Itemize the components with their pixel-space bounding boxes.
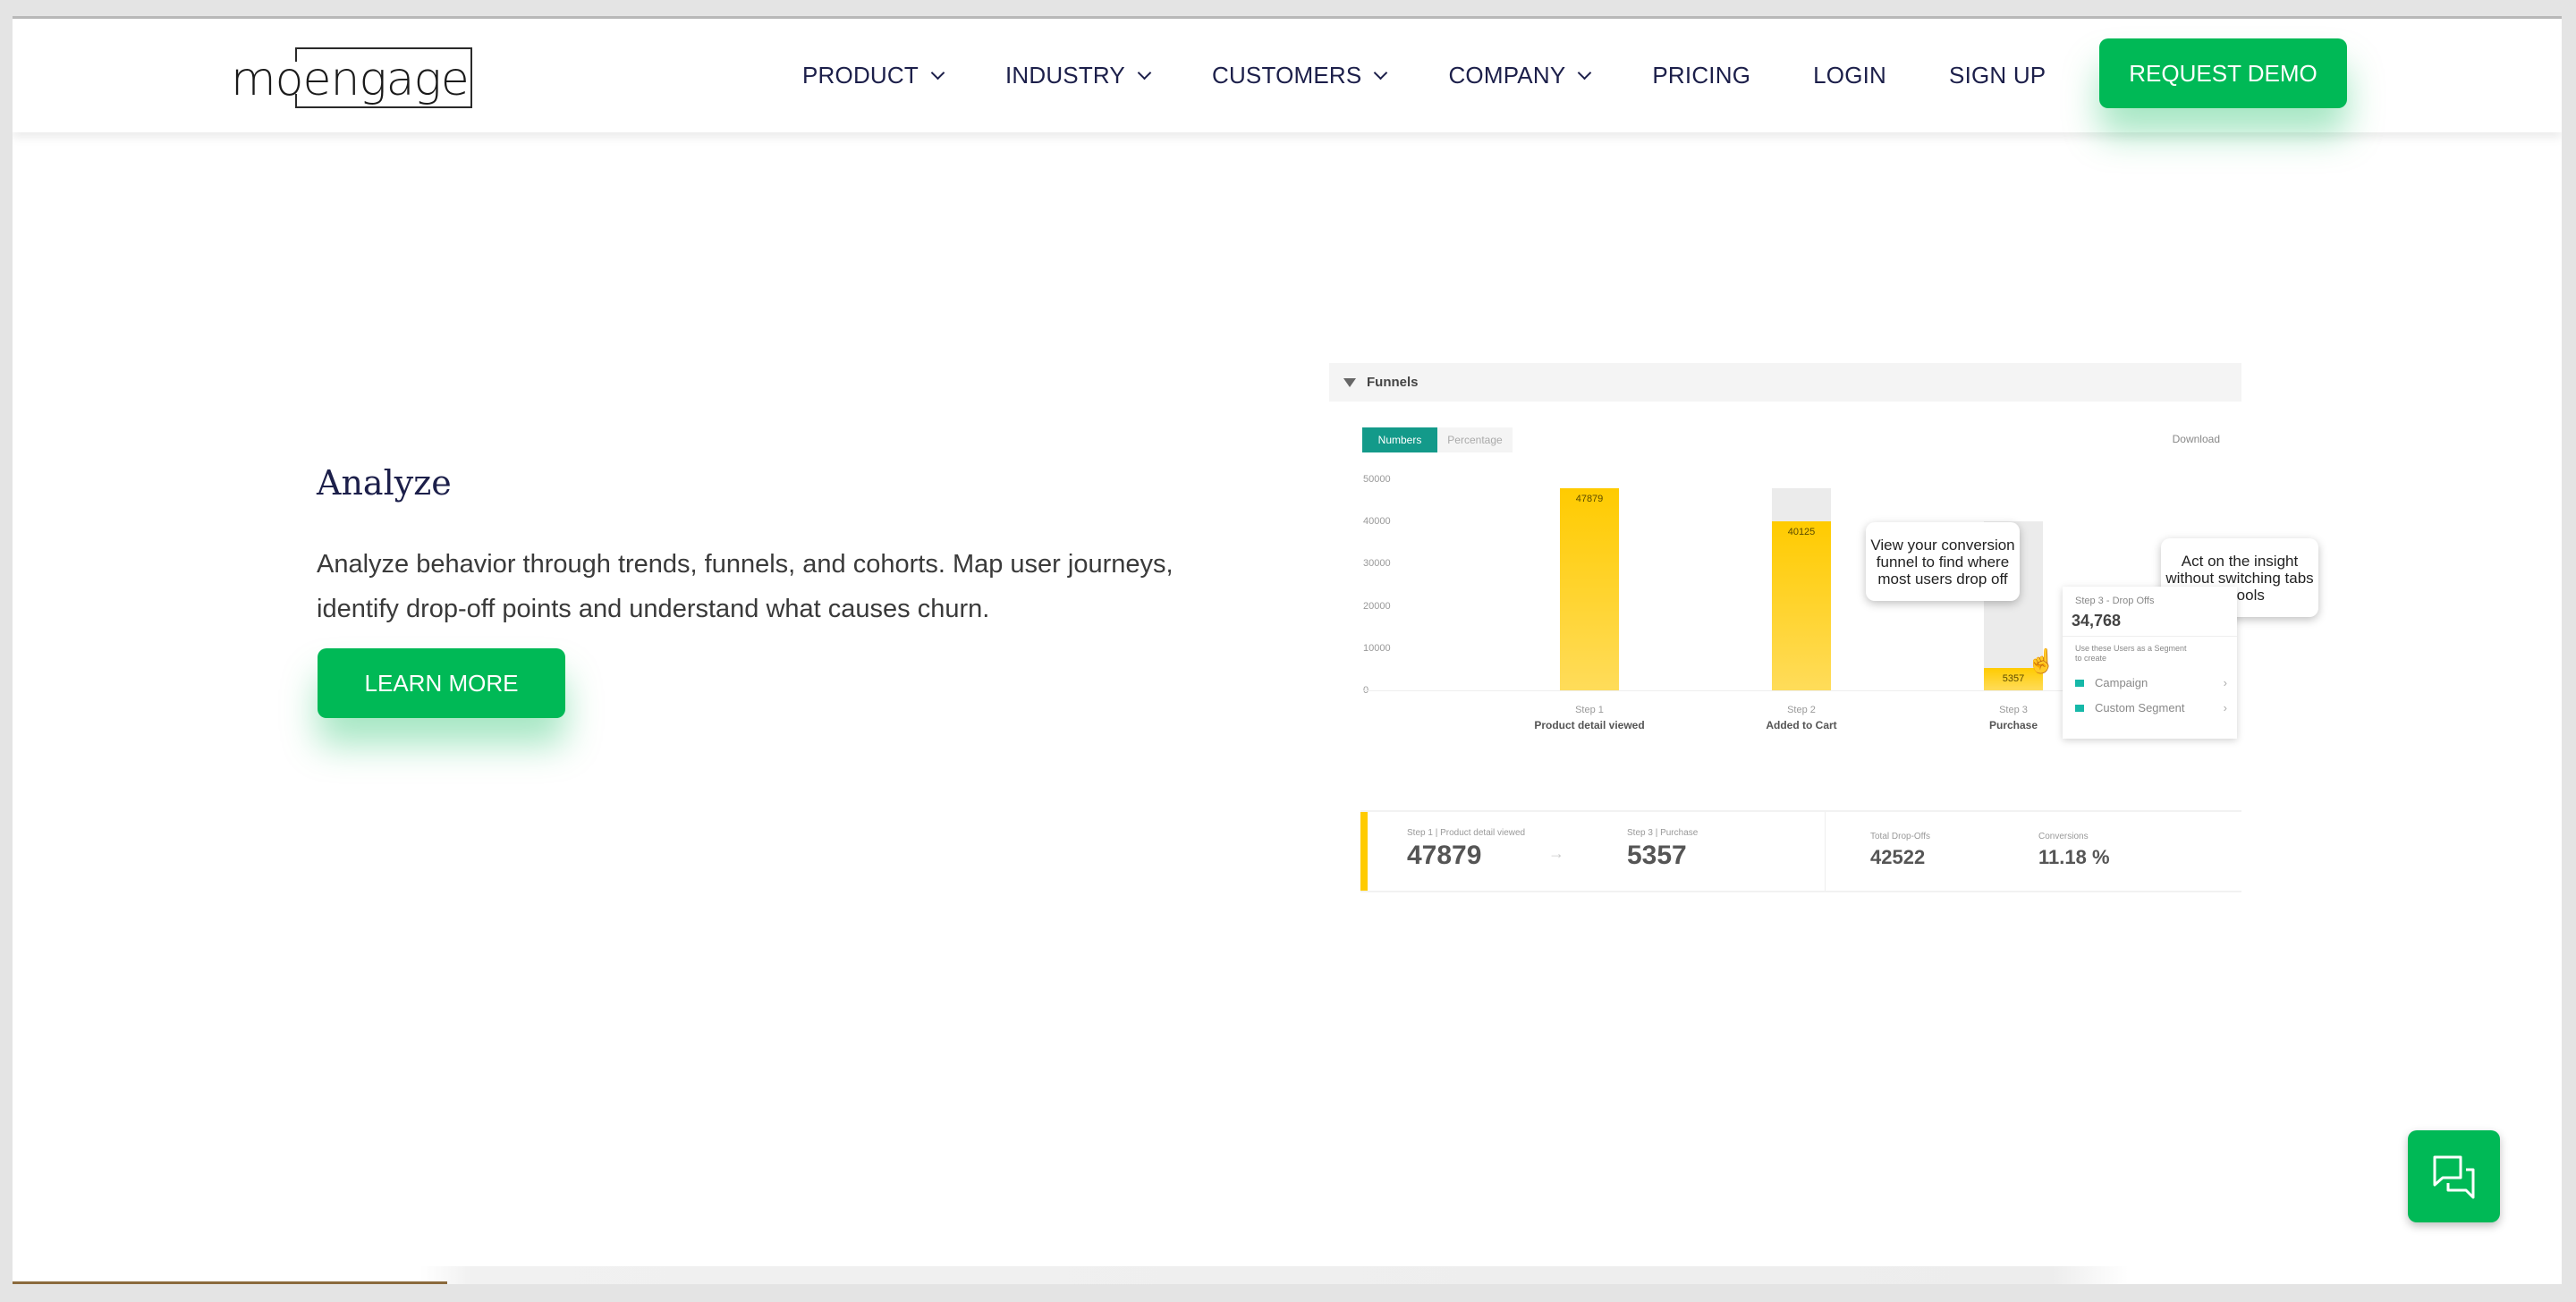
y-tick-label: 20000 bbox=[1363, 600, 1391, 612]
segment-icon bbox=[2075, 704, 2084, 712]
funnel-bar[interactable] bbox=[1772, 520, 1831, 690]
chevron-right-icon: › bbox=[2223, 676, 2227, 689]
funnel-summary: Step 1 | Product detail viewed 47879 → S… bbox=[1360, 810, 2241, 892]
summary-accent bbox=[1360, 812, 1368, 891]
popup-value: 34,768 bbox=[2072, 612, 2122, 630]
chevron-down-icon bbox=[1578, 65, 1592, 80]
summary-from-label: Step 1 | Product detail viewed bbox=[1407, 828, 1526, 838]
nav-customers[interactable]: CUSTOMERS bbox=[1212, 62, 1388, 89]
summary-dropoffs-value: 42522 bbox=[1870, 846, 1926, 868]
arrow-right-icon: → bbox=[1548, 844, 1564, 862]
y-tick-label: 40000 bbox=[1363, 516, 1391, 528]
popup-title: Step 3 - Drop Offs bbox=[2075, 596, 2155, 606]
summary-to-value: 5357 bbox=[1627, 841, 1687, 870]
toggle-percentage[interactable]: Percentage bbox=[1437, 427, 1513, 452]
flag-icon bbox=[2075, 679, 2084, 687]
x-step-label: Step 1 bbox=[1575, 705, 1604, 715]
x-category-label: Product detail viewed bbox=[1534, 719, 1645, 731]
funnel-panel-header: Funnels bbox=[1329, 363, 2241, 402]
hand-cursor-icon: ☝ bbox=[2027, 647, 2056, 674]
popup-option-campaign[interactable]: Campaign › bbox=[2075, 676, 2227, 689]
bar-value-label: 40125 bbox=[1787, 526, 1816, 537]
main-nav: PRODUCT INDUSTRY CUSTOMERS COMPANY PRICI… bbox=[802, 19, 2108, 132]
popup-hint: Use these Users as a Segment to create bbox=[2075, 644, 2187, 663]
chat-button[interactable] bbox=[2408, 1130, 2500, 1222]
nav-company[interactable]: COMPANY bbox=[1448, 62, 1592, 89]
toggle-numbers[interactable]: Numbers bbox=[1362, 427, 1437, 452]
y-tick-label: 30000 bbox=[1363, 558, 1391, 570]
popup-divider bbox=[2063, 636, 2237, 637]
popup-option-custom-segment[interactable]: Custom Segment › bbox=[2075, 701, 2227, 714]
chat-icon bbox=[2433, 1155, 2474, 1198]
bar-value-label: 47879 bbox=[1575, 494, 1604, 504]
bottom-edge bbox=[13, 1281, 447, 1284]
chevron-down-icon bbox=[1374, 65, 1388, 80]
section-description: Analyze behavior through trends, funnels… bbox=[317, 550, 1174, 623]
learn-more-button[interactable]: LEARN MORE bbox=[318, 648, 565, 718]
section-title: Analyze bbox=[317, 463, 452, 503]
browser-page: moengage PRODUCT INDUSTRY CUSTOMERS COMP… bbox=[13, 16, 2562, 1284]
nav-signup[interactable]: SIGN UP bbox=[1949, 62, 2046, 89]
y-tick-label: 50000 bbox=[1363, 474, 1391, 485]
y-tick-label: 10000 bbox=[1363, 642, 1391, 654]
chevron-right-icon: › bbox=[2223, 701, 2227, 714]
funnel-bar[interactable] bbox=[1560, 488, 1619, 690]
funnel-screenshot: Funnels Numbers Percentage Download 5000… bbox=[1329, 363, 2318, 900]
nav-product[interactable]: PRODUCT bbox=[802, 62, 945, 89]
funnel-icon bbox=[1343, 377, 1356, 387]
request-demo-button[interactable]: REQUEST DEMO bbox=[2099, 38, 2347, 108]
logo-box bbox=[295, 47, 472, 108]
summary-conversion-label: Conversions bbox=[2038, 832, 2089, 841]
chevron-down-icon bbox=[930, 65, 945, 80]
x-category-label: Added to Cart bbox=[1766, 719, 1837, 731]
summary-conversion-value: 11.18 % bbox=[2038, 846, 2110, 868]
summary-to-label: Step 3 | Purchase bbox=[1627, 828, 1699, 838]
summary-divider bbox=[1825, 812, 1826, 891]
dropoff-popup: Step 3 - Drop Offs 34,768 Use these User… bbox=[2063, 587, 2237, 739]
download-link[interactable]: Download bbox=[2173, 433, 2220, 445]
nav-industry[interactable]: INDUSTRY bbox=[1005, 62, 1152, 89]
site-header: moengage PRODUCT INDUSTRY CUSTOMERS COMP… bbox=[13, 19, 2562, 132]
summary-from-value: 47879 bbox=[1407, 841, 1482, 870]
nav-login[interactable]: LOGIN bbox=[1813, 62, 1886, 89]
moengage-logo[interactable]: moengage bbox=[231, 47, 481, 110]
funnel-panel-title: Funnels bbox=[1367, 375, 1419, 390]
callout-view-funnel: View your conversion funnel to find wher… bbox=[1866, 522, 2020, 601]
nav-pricing[interactable]: PRICING bbox=[1652, 62, 1750, 89]
summary-dropoffs-label: Total Drop-Offs bbox=[1870, 832, 1931, 841]
chevron-down-icon bbox=[1137, 65, 1152, 80]
x-step-label: Step 2 bbox=[1787, 705, 1816, 715]
